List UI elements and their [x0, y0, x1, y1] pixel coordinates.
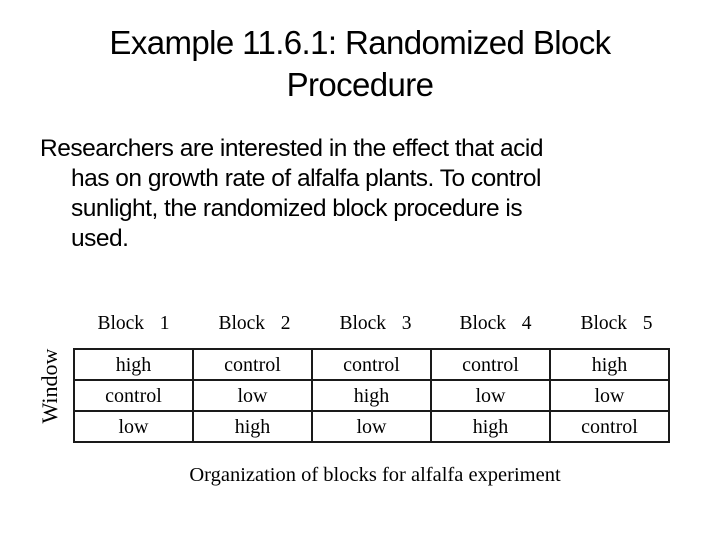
table-cell: control: [192, 348, 313, 381]
table-cell: high: [311, 379, 432, 412]
figure-caption: Organization of blocks for alfalfa exper…: [189, 464, 561, 486]
block-header-4: Block 4: [459, 313, 532, 334]
table-row: high control control control high: [73, 348, 670, 381]
table-cell: control: [430, 348, 551, 381]
table-cell: low: [430, 379, 551, 412]
table-cell: low: [311, 410, 432, 443]
table-row: control low high low low: [73, 379, 670, 412]
block-header-5: Block 5: [580, 313, 653, 334]
table-cell: low: [549, 379, 670, 412]
table-cell: control: [311, 348, 432, 381]
table-cell: high: [73, 348, 194, 381]
table-cell: control: [73, 379, 194, 412]
table-cell: high: [192, 410, 313, 443]
window-axis-label: Window: [37, 348, 62, 424]
table-cell: high: [549, 348, 670, 381]
table-cell: control: [549, 410, 670, 443]
block-design-figure: Block 1 Block 2 Block 3 Block 4 Block 5 …: [0, 0, 720, 540]
block-assignment-table: high control control control high contro…: [73, 348, 670, 443]
block-header-2: Block 2: [218, 313, 291, 334]
table-row: low high low high control: [73, 410, 670, 443]
block-header-3: Block 3: [339, 313, 412, 334]
table-cell: high: [430, 410, 551, 443]
table-cell: low: [73, 410, 194, 443]
block-header-1: Block 1: [97, 313, 170, 334]
table-cell: low: [192, 379, 313, 412]
